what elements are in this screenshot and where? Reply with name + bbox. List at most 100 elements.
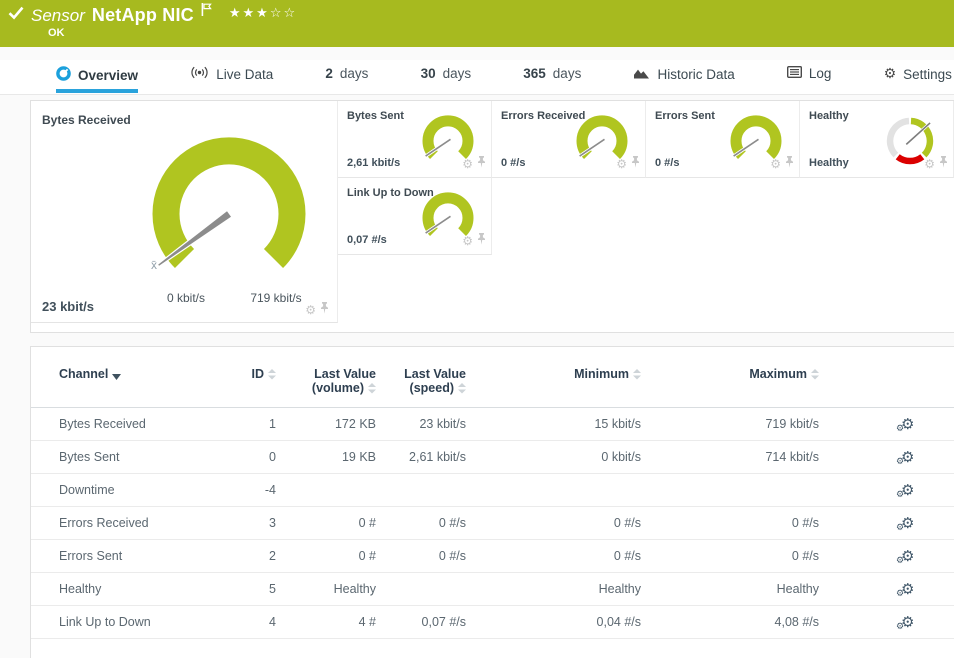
channel-settings-gears-icon[interactable]: ⚙⚙ — [901, 582, 914, 597]
gauge-bytes-received: Bytes Received x̄ 0 kbit/s 719 kbit/s 23… — [31, 101, 338, 323]
channel-id: 1 — [246, 408, 276, 441]
sort-icon — [458, 383, 466, 397]
empty-cell — [646, 178, 800, 255]
small-gauges-grid: Bytes Sent 2,61 kbit/s ⚙ Errors Received — [338, 101, 954, 332]
pin-icon[interactable] — [477, 155, 486, 173]
last-value-volume: 172 KB — [276, 408, 376, 441]
last-value-volume: 0 # — [276, 507, 376, 540]
column-header-maximum[interactable]: Maximum — [641, 347, 819, 408]
channel-settings-gears-icon[interactable]: ⚙⚙ — [901, 483, 914, 498]
last-value-volume: 4 # — [276, 606, 376, 639]
gauge-link-up-to-down: Link Up to Down 0,07 #/s ⚙ — [338, 178, 492, 255]
minimum-value: 0 #/s — [466, 507, 641, 540]
channel-settings-gears-icon[interactable]: ⚙⚙ — [901, 615, 914, 630]
channel-settings-icon[interactable]: ⚙ — [616, 158, 627, 170]
gauge-scale-min: 0 kbit/s — [144, 291, 228, 305]
ok-check-icon — [8, 6, 24, 25]
tab-log[interactable]: Log — [787, 66, 832, 90]
last-value-volume: 0 # — [276, 540, 376, 573]
tab-overview[interactable]: Overview — [56, 66, 138, 93]
channel-id: 3 — [246, 507, 276, 540]
gauge-current-value: 23 kbit/s — [42, 299, 94, 314]
average-marker: x̄ — [151, 258, 157, 272]
channel-name: Downtime — [31, 474, 246, 507]
tab-30-days[interactable]: 30days — [421, 66, 472, 90]
minimum-value — [466, 474, 641, 507]
sort-desc-icon — [112, 369, 121, 383]
channel-settings-gears-icon[interactable]: ⚙⚙ — [901, 417, 914, 432]
table-header-row: Channel ID — [31, 347, 954, 408]
maximum-value: 4,08 #/s — [641, 606, 819, 639]
column-header-channel[interactable]: Channel — [31, 347, 246, 408]
last-value-speed: 23 kbit/s — [376, 408, 466, 441]
pin-icon[interactable] — [477, 232, 486, 250]
object-kind-label: Sensor — [31, 6, 85, 26]
minimum-value: 0,04 #/s — [466, 606, 641, 639]
log-icon — [787, 66, 802, 81]
tab-settings[interactable]: ⚙ Settings — [884, 66, 952, 91]
column-header-id[interactable]: ID — [246, 347, 276, 408]
last-value-volume: 19 KB — [276, 441, 376, 474]
table-row[interactable]: Errors Sent 2 0 # 0 #/s 0 #/s 0 #/s ⚙⚙ — [31, 540, 954, 573]
channel-name: Errors Sent — [31, 540, 246, 573]
channel-id: 5 — [246, 573, 276, 606]
channel-name: Bytes Sent — [31, 441, 246, 474]
gauge-errors-sent: Errors Sent 0 #/s ⚙ — [646, 101, 800, 178]
channel-settings-gears-icon[interactable]: ⚙⚙ — [901, 516, 914, 531]
channel-settings-icon[interactable]: ⚙ — [770, 158, 781, 170]
channel-settings-icon[interactable]: ⚙ — [305, 304, 316, 316]
table-row[interactable]: Bytes Received 1 172 KB 23 kbit/s 15 kbi… — [31, 408, 954, 441]
channel-settings-icon[interactable]: ⚙ — [924, 158, 935, 170]
status-badge: OK — [48, 27, 65, 39]
last-value-speed — [376, 573, 466, 606]
column-header-last-value-volume[interactable]: Last Value (volume) — [276, 347, 376, 408]
channel-id: 0 — [246, 441, 276, 474]
maximum-value: 719 kbit/s — [641, 408, 819, 441]
table-row[interactable]: Downtime -4 ⚙⚙ — [31, 474, 954, 507]
channel-name: Link Up to Down — [31, 606, 246, 639]
gauge-bytes-sent: Bytes Sent 2,61 kbit/s ⚙ — [338, 101, 492, 178]
channel-settings-gears-icon[interactable]: ⚙⚙ — [901, 450, 914, 465]
pin-icon[interactable] — [631, 155, 640, 173]
sensor-status-header: Sensor NetApp NIC ★★★☆☆ OK — [0, 0, 954, 47]
table-row[interactable]: Bytes Sent 0 19 KB 2,61 kbit/s 0 kbit/s … — [31, 441, 954, 474]
last-value-speed — [376, 474, 466, 507]
column-header-last-value-speed[interactable]: Last Value (speed) — [376, 347, 466, 408]
gauges-panel: Bytes Received x̄ 0 kbit/s 719 kbit/s 23… — [30, 100, 954, 333]
channel-settings-gears-icon[interactable]: ⚙⚙ — [901, 549, 914, 564]
chart-icon — [633, 66, 650, 82]
sort-icon — [368, 383, 376, 397]
last-value-speed: 0 #/s — [376, 507, 466, 540]
flag-icon[interactable] — [201, 3, 212, 21]
tab-historic-data[interactable]: Historic Data — [633, 66, 734, 91]
gear-icon: ⚙ — [884, 66, 897, 82]
table-row[interactable]: Healthy 5 Healthy Healthy Healthy ⚙⚙ — [31, 573, 954, 606]
last-value-speed: 0 #/s — [376, 540, 466, 573]
pin-icon[interactable] — [320, 301, 329, 319]
maximum-value: 0 #/s — [641, 507, 819, 540]
prtg-sensor-page: Sensor NetApp NIC ★★★☆☆ OK Overview — [0, 0, 954, 658]
tab-365-days[interactable]: 365days — [523, 66, 581, 90]
channel-settings-icon[interactable]: ⚙ — [462, 235, 473, 247]
channel-id: 2 — [246, 540, 276, 573]
column-header-actions — [819, 347, 954, 408]
channel-id: -4 — [246, 474, 276, 507]
channel-id: 4 — [246, 606, 276, 639]
minimum-value: 0 #/s — [466, 540, 641, 573]
channels-table-panel: Channel ID — [30, 346, 954, 658]
tab-live-data[interactable]: Live Data — [190, 66, 273, 91]
pin-icon[interactable] — [939, 155, 948, 173]
channel-name: Healthy — [31, 573, 246, 606]
empty-cell — [800, 178, 954, 255]
column-header-minimum[interactable]: Minimum — [466, 347, 641, 408]
tab-2-days[interactable]: 2days — [325, 66, 368, 90]
table-row[interactable]: Errors Received 3 0 # 0 #/s 0 #/s 0 #/s … — [31, 507, 954, 540]
pin-icon[interactable] — [785, 155, 794, 173]
sort-icon — [633, 369, 641, 383]
priority-stars[interactable]: ★★★☆☆ — [229, 6, 297, 21]
channel-settings-icon[interactable]: ⚙ — [462, 158, 473, 170]
table-row[interactable]: Link Up to Down 4 4 # 0,07 #/s 0,04 #/s … — [31, 606, 954, 639]
gauge-icon — [56, 66, 71, 84]
maximum-value: Healthy — [641, 573, 819, 606]
sort-icon — [268, 369, 276, 383]
